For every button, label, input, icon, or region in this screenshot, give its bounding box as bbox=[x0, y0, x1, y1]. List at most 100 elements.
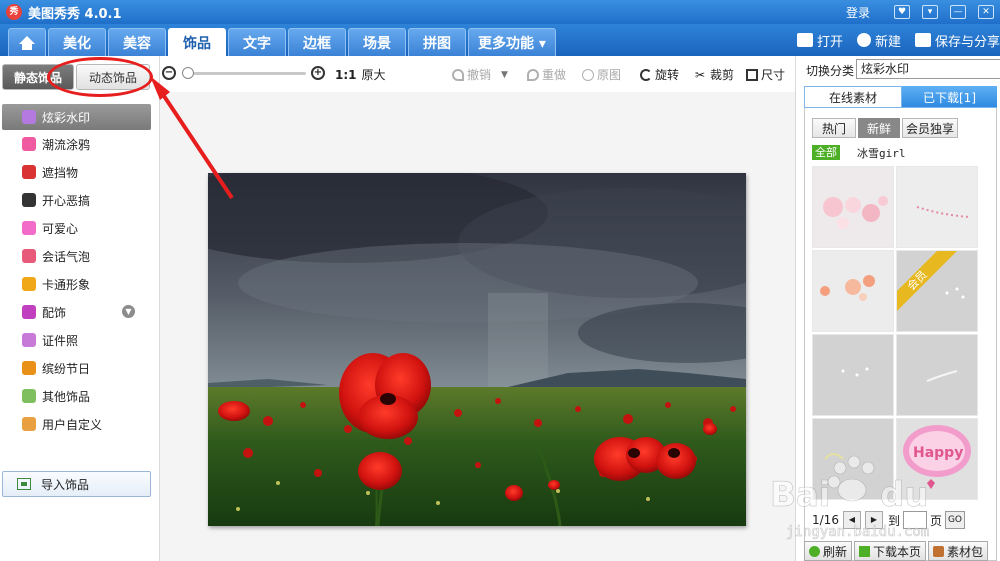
tab-more-features[interactable]: 更多功能 ▾ bbox=[468, 28, 556, 56]
page-number-input[interactable] bbox=[902, 511, 927, 529]
save-share-button[interactable]: 保存与分享 bbox=[914, 31, 1000, 50]
category-item[interactable]: 可爱心 bbox=[0, 214, 152, 242]
category-label: 用户自定义 bbox=[42, 417, 103, 432]
main-tab-bar: 美化 美容 饰品 文字 边框 场景 拼图 更多功能 ▾ 打开 新建 保存与分享 bbox=[0, 24, 1000, 56]
goto-prefix: 到 bbox=[887, 513, 900, 528]
material-thumb[interactable]: Happy bbox=[896, 418, 978, 500]
category-select[interactable]: 炫彩水印 bbox=[856, 59, 1000, 79]
rotate-label: 旋转 bbox=[655, 68, 680, 82]
login-link[interactable]: 登录 bbox=[846, 4, 870, 21]
redo-label: 重做 bbox=[542, 68, 567, 82]
filter-member-only[interactable]: 会员独享 bbox=[902, 118, 958, 138]
crop-button[interactable]: ✂ 裁剪 bbox=[695, 66, 734, 83]
editing-canvas[interactable] bbox=[160, 92, 795, 561]
tab-text[interactable]: 文字 bbox=[228, 28, 286, 56]
zoom-slider-track[interactable] bbox=[182, 72, 306, 75]
download-page-label: 下载本页 bbox=[873, 544, 922, 559]
prev-page-icon[interactable]: ◀ bbox=[842, 511, 861, 529]
zoom-in-icon[interactable]: + bbox=[311, 66, 325, 80]
material-thumb-member[interactable]: 会员 bbox=[896, 250, 978, 332]
category-item[interactable]: 炫彩水印 bbox=[2, 104, 151, 130]
category-switch-row: 切换分类 bbox=[806, 62, 854, 79]
download-icon bbox=[859, 545, 871, 557]
light-streak-thumbnail bbox=[926, 370, 958, 382]
save-icon bbox=[914, 33, 931, 47]
plus-icon bbox=[856, 33, 871, 47]
tab-home[interactable] bbox=[8, 28, 46, 56]
filter-new[interactable]: 新鲜 bbox=[858, 118, 900, 138]
close-icon[interactable]: ✕ bbox=[978, 5, 994, 19]
material-thumb[interactable] bbox=[812, 334, 894, 416]
category-item[interactable]: 遮挡物 bbox=[0, 158, 152, 186]
redo-button[interactable]: 重做 bbox=[527, 66, 566, 83]
original-image-button[interactable]: 原图 bbox=[582, 66, 621, 83]
category-icon bbox=[22, 249, 36, 263]
material-thumb[interactable] bbox=[896, 166, 978, 248]
category-icon bbox=[22, 361, 36, 375]
refresh-icon bbox=[809, 545, 820, 557]
category-label: 遮挡物 bbox=[42, 165, 79, 180]
tag-ice-snow-girl[interactable]: 冰雪girl bbox=[857, 145, 906, 161]
undo-dropdown-icon[interactable]: ▼ bbox=[501, 70, 508, 80]
category-item[interactable]: 其他饰品 bbox=[0, 382, 152, 410]
undo-icon bbox=[452, 68, 464, 81]
download-page-button[interactable]: 下载本页 bbox=[854, 541, 927, 561]
go-button[interactable]: GO bbox=[944, 511, 965, 529]
all-tag-badge[interactable]: 全部 bbox=[812, 145, 840, 160]
new-button[interactable]: 新建 bbox=[856, 31, 901, 50]
import-decoration-button[interactable]: 导入饰品 bbox=[2, 471, 151, 497]
category-item[interactable]: 用户自定义 bbox=[0, 410, 152, 438]
tab-decoration[interactable]: 饰品 bbox=[168, 28, 226, 56]
category-item[interactable]: 卡通形象 bbox=[0, 270, 152, 298]
pager: 1/16 ◀ ▶ 到 页 GO bbox=[812, 511, 965, 529]
image-toolbar: − + 1:1 原大 撤销 ▼ 重做 原图 旋转 ✂ 裁剪 尺寸 bbox=[160, 56, 795, 92]
material-thumb[interactable] bbox=[812, 418, 894, 500]
member-ribbon-thumbnail: 会员 bbox=[897, 251, 965, 311]
next-page-icon[interactable]: ▶ bbox=[864, 511, 883, 529]
tab-frame[interactable]: 边框 bbox=[288, 28, 346, 56]
category-item[interactable]: 潮流涂鸦 bbox=[0, 130, 152, 158]
tab-collage[interactable]: 拼图 bbox=[408, 28, 466, 56]
title-right-controls: 登录 ♥ ▾ — ✕ bbox=[846, 0, 1000, 24]
minimize-icon[interactable]: — bbox=[950, 5, 966, 19]
category-item[interactable]: 开心恶搞 bbox=[0, 186, 152, 214]
category-label: 缤纷节日 bbox=[42, 361, 91, 376]
tab-downloaded[interactable]: 已下载[1] bbox=[902, 86, 997, 108]
resize-button[interactable]: 尺寸 bbox=[746, 66, 785, 83]
tab-scene[interactable]: 场景 bbox=[348, 28, 406, 56]
category-item[interactable]: 会话气泡 bbox=[0, 242, 152, 270]
zoom-out-icon[interactable]: − bbox=[162, 66, 176, 80]
menu-dropdown-icon[interactable]: ▾ bbox=[922, 5, 938, 19]
expand-chevron-icon[interactable]: ▼ bbox=[122, 305, 135, 318]
zoom-slider-thumb[interactable] bbox=[182, 67, 194, 79]
category-item[interactable]: 缤纷节日 bbox=[0, 354, 152, 382]
sparkle-trail-thumbnail bbox=[916, 206, 970, 218]
edited-photo[interactable] bbox=[208, 173, 746, 526]
swirl-thumbnail bbox=[824, 453, 844, 460]
category-label: 卡通形象 bbox=[42, 277, 91, 292]
category-item[interactable]: 证件照 bbox=[0, 326, 152, 354]
material-thumb[interactable] bbox=[812, 250, 894, 332]
category-icon bbox=[22, 193, 36, 207]
actual-size-button[interactable]: 1:1 原大 bbox=[335, 66, 386, 83]
rotate-button[interactable]: 旋转 bbox=[640, 66, 679, 83]
tab-beautify[interactable]: 美化 bbox=[48, 28, 106, 56]
rotate-icon bbox=[640, 68, 652, 81]
material-thumb[interactable] bbox=[896, 334, 978, 416]
category-label: 炫彩水印 bbox=[42, 110, 91, 125]
category-label: 配饰 bbox=[42, 305, 67, 320]
filter-hot[interactable]: 热门 bbox=[812, 118, 856, 138]
skin-icon[interactable]: ♥ bbox=[894, 5, 910, 19]
refresh-button[interactable]: 刷新 bbox=[804, 541, 853, 561]
resize-icon bbox=[746, 68, 758, 81]
material-thumb[interactable] bbox=[812, 166, 894, 248]
category-icon bbox=[22, 277, 36, 291]
title-bar: 秀 美图秀秀 4.0.1 登录 ♥ ▾ — ✕ bbox=[0, 0, 1000, 24]
tab-beauty[interactable]: 美容 bbox=[108, 28, 166, 56]
tab-online-material[interactable]: 在线素材 bbox=[804, 86, 902, 108]
undo-button[interactable]: 撤销 ▼ bbox=[452, 66, 508, 83]
category-item[interactable]: 配饰 ▼ bbox=[0, 298, 152, 326]
open-button[interactable]: 打开 bbox=[796, 31, 843, 50]
material-pack-button[interactable]: 素材包 bbox=[928, 541, 989, 561]
happy-bubble-text: Happy bbox=[913, 445, 963, 461]
